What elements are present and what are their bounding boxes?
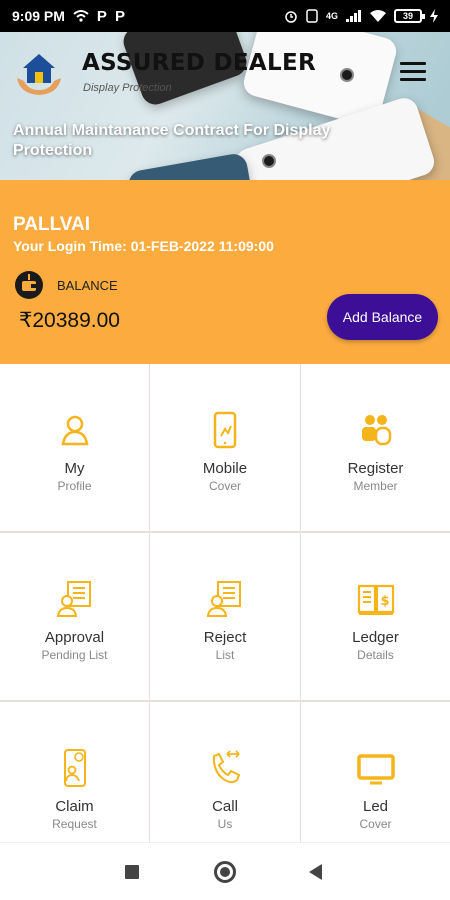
- status-time: 9:09 PM: [12, 8, 65, 24]
- banner-text: Annual Maintanance Contract For Display …: [13, 122, 331, 159]
- svg-text:$: $: [380, 594, 389, 609]
- recents-icon[interactable]: [125, 865, 139, 879]
- menu-item-subtitle: Cover: [208, 479, 241, 493]
- wifi-calling-icon: [73, 10, 89, 22]
- approval-list-icon: [56, 581, 91, 617]
- menu-item-ledger-details[interactable]: $ Ledger Details: [301, 533, 450, 700]
- members-icon: [361, 415, 391, 446]
- tv-icon: [356, 754, 395, 785]
- alarm-icon: [285, 11, 297, 23]
- menu-item-title: Reject: [203, 629, 247, 646]
- balance-label: BALANCE: [57, 278, 118, 293]
- menu-item-call-us[interactable]: Call Us: [150, 702, 300, 842]
- menu-item-reject-list[interactable]: Reject List: [150, 533, 300, 700]
- app-subtitle: Display Protection: [83, 82, 172, 94]
- network-label: 4G: [325, 11, 338, 21]
- parking-icon: P: [114, 7, 125, 25]
- user-icon: [61, 415, 88, 446]
- battery-icon: 39: [394, 9, 425, 23]
- menu-item-claim-request[interactable]: Claim Request: [0, 702, 149, 842]
- menu-item-subtitle: Us: [217, 817, 233, 831]
- menu-item-title: Led: [362, 798, 389, 815]
- call-icon: [212, 750, 241, 784]
- home-icon[interactable]: [214, 861, 236, 883]
- menu-item-led-cover[interactable]: Led Cover: [301, 702, 450, 842]
- menu-item-subtitle: Request: [52, 817, 97, 831]
- menu-item-title: Approval: [44, 629, 105, 646]
- parking-icon: P: [96, 7, 107, 25]
- sim-icon: [306, 9, 318, 23]
- menu-item-subtitle: Details: [357, 648, 394, 662]
- banner-camera-image: [340, 68, 354, 82]
- menu-grid: My Profile Mobile Cover Register Member …: [0, 364, 450, 842]
- menu-item-approval-pending-list[interactable]: Approval Pending List: [0, 533, 149, 700]
- charging-icon: [430, 9, 438, 23]
- menu-item-title: Claim: [55, 798, 94, 815]
- menu-item-register-member[interactable]: Register Member: [301, 364, 450, 531]
- menu-item-title: Ledger: [352, 629, 399, 646]
- reject-list-icon: [206, 581, 241, 617]
- menu-item-my-profile[interactable]: My Profile: [0, 364, 149, 531]
- wifi-icon: [370, 10, 386, 22]
- mobile-icon: [213, 411, 237, 449]
- menu-item-subtitle: Member: [353, 479, 398, 493]
- wallet-icon: [15, 271, 43, 299]
- menu-item-subtitle: Profile: [57, 479, 92, 493]
- menu-item-title: Call: [212, 798, 238, 815]
- signal-icon: [346, 10, 361, 22]
- claim-phone-icon: [63, 749, 86, 787]
- hamburger-menu-icon[interactable]: [400, 62, 426, 82]
- battery-level: 39: [402, 11, 413, 21]
- menu-item-mobile-cover[interactable]: Mobile Cover: [150, 364, 300, 531]
- header-banner: ASSURED DEALER Display Protection Annual…: [0, 32, 450, 180]
- status-bar: 9:09 PM P P 4G 39: [0, 0, 450, 32]
- menu-item-title: Mobile: [202, 460, 248, 477]
- menu-item-title: Register: [347, 460, 404, 477]
- menu-item-subtitle: List: [215, 648, 235, 662]
- app-title: ASSURED DEALER: [82, 50, 316, 76]
- user-name: PALLVAI: [13, 214, 91, 235]
- ledger-book-icon: $: [357, 584, 394, 615]
- menu-item-title: My: [64, 460, 85, 477]
- login-time: Your Login Time: 01-FEB-2022 11:09:00: [13, 238, 274, 254]
- menu-item-subtitle: Pending List: [41, 648, 108, 662]
- back-icon[interactable]: [309, 864, 322, 880]
- balance-amount: ₹20389.00: [19, 309, 120, 332]
- menu-item-subtitle: Cover: [359, 817, 392, 831]
- navigation-bar: [0, 842, 450, 900]
- add-balance-button[interactable]: Add Balance: [327, 294, 438, 340]
- house-in-hands-logo: [17, 54, 61, 95]
- account-panel: PALLVAI Your Login Time: 01-FEB-2022 11:…: [0, 180, 450, 364]
